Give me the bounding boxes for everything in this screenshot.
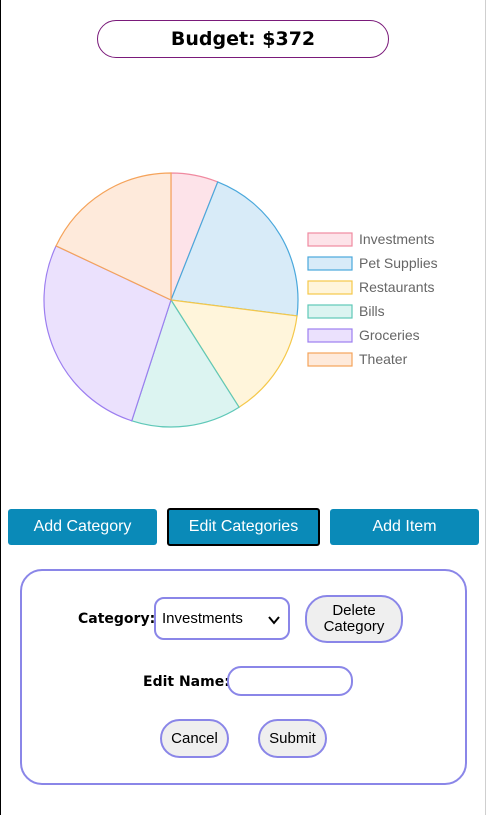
delete-category-button[interactable]: Delete Category (305, 595, 403, 643)
delete-category-label-line2: Category (323, 618, 385, 635)
legend-swatch (307, 232, 353, 247)
category-select[interactable]: Investments (154, 597, 290, 640)
budget-label: Budget: $372 (170, 28, 316, 50)
category-pie-chart: Investments Pet Supplies Restaurants Bills G… (43, 172, 438, 428)
legend-item-pet-supplies[interactable]: Pet Supplies (307, 255, 438, 271)
add-item-button-label: Add Item (372, 518, 437, 535)
add-item-button[interactable]: Add Item (330, 509, 479, 545)
legend-label: Restaurants (359, 279, 434, 295)
pie-slices (43, 172, 299, 428)
legend-label: Pet Supplies (359, 255, 438, 271)
legend-swatch (307, 280, 353, 295)
action-button-row: Add Category Edit Categories Add Item (1, 508, 486, 547)
edit-name-input[interactable] (227, 666, 353, 696)
chevron-down-icon (268, 612, 280, 629)
legend-item-bills[interactable]: Bills (307, 303, 385, 319)
category-select-value: Investments (162, 610, 243, 627)
cancel-button[interactable]: Cancel (160, 719, 229, 758)
legend-label: Investments (359, 231, 434, 247)
legend-item-groceries[interactable]: Groceries (307, 327, 420, 343)
legend-label: Groceries (359, 327, 420, 343)
legend-swatch (307, 304, 353, 319)
legend-label: Bills (359, 303, 385, 319)
add-category-button[interactable]: Add Category (8, 509, 157, 545)
cancel-button-label: Cancel (171, 729, 218, 747)
edit-categories-button[interactable]: Edit Categories (167, 508, 320, 546)
edit-name-label: Edit Name: (143, 674, 230, 690)
budget-display: Budget: $372 (97, 20, 389, 58)
legend-swatch (307, 352, 353, 367)
delete-category-label-line1: Delete (332, 602, 376, 619)
legend-swatch (307, 328, 353, 343)
submit-button-label: Submit (269, 729, 316, 747)
pie-legend: Investments Pet Supplies Restaurants Bills G… (307, 231, 438, 367)
submit-button[interactable]: Submit (258, 719, 327, 758)
legend-item-theater[interactable]: Theater (307, 351, 408, 367)
legend-swatch (307, 256, 353, 271)
add-category-button-label: Add Category (33, 518, 132, 535)
legend-item-investments[interactable]: Investments (307, 231, 434, 247)
app-page: Budget: $372 Investments Pet Supplies Rest… (0, 0, 486, 815)
legend-label: Theater (359, 351, 408, 367)
edit-categories-button-label: Edit Categories (188, 518, 299, 535)
category-label: Category: (78, 611, 156, 627)
legend-item-restaurants[interactable]: Restaurants (307, 279, 434, 295)
